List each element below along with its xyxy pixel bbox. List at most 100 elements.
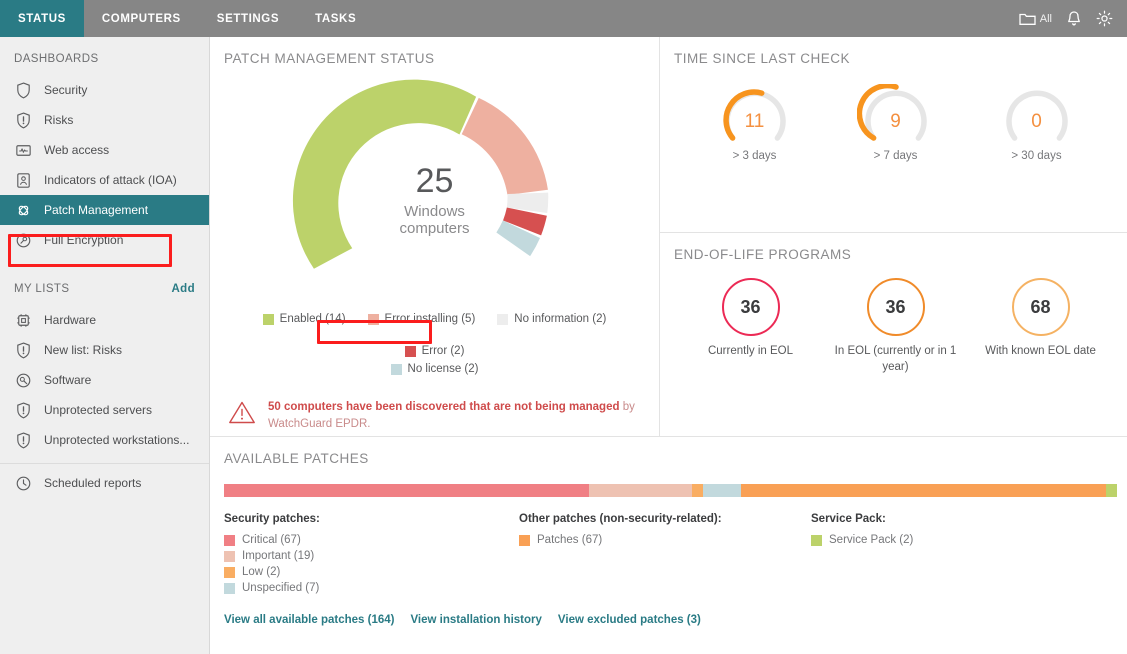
top-panels-row: PATCH MANAGEMENT STATUS 25 Windows compu… <box>210 37 1127 437</box>
bar-segment-critical[interactable] <box>224 484 589 497</box>
legend-label-error: Error (2) <box>421 345 465 357</box>
eol-one-year[interactable]: 36 In EOL (currently or in 1 year) <box>823 278 968 375</box>
legend-swatch-no-information <box>497 313 509 325</box>
legend-swatch-patches <box>519 534 530 546</box>
gauge-7-days-label: > 7 days <box>873 150 918 162</box>
legend-swatch-no-license <box>390 363 402 375</box>
legend-swatch-low <box>224 566 235 578</box>
legend-item-no-information[interactable]: No information (2) <box>494 311 609 327</box>
sidebar-item-label: Unprotected servers <box>44 403 153 417</box>
available-patches-legend-columns: Security patches: Critical (67) Importan… <box>210 497 1127 598</box>
alert-shield-icon <box>14 401 33 420</box>
sidebar-item-web-access[interactable]: Web access <box>0 135 209 165</box>
donut-center-value: 25 <box>415 162 454 200</box>
legend-item-no-license[interactable]: No license (2) <box>388 361 482 377</box>
column-security-patches: Security patches: Critical (67) Importan… <box>224 513 519 598</box>
gauge-7-days-holder: 9 <box>856 82 935 146</box>
settings-button[interactable] <box>1096 10 1113 27</box>
column-header-service-pack: Service Pack: <box>811 513 886 525</box>
unmanaged-computers-warning: 50 computers have been discovered that a… <box>210 377 659 434</box>
donut-center-label: 25 Windows computers <box>335 164 535 238</box>
sidebar-item-risks[interactable]: Risks <box>0 105 209 135</box>
bar-segment-service-pack[interactable] <box>1106 484 1117 497</box>
legend-item-important[interactable]: Important (19) <box>224 550 519 562</box>
eol-one-year-label: In EOL (currently or in 1 year) <box>834 345 957 373</box>
link-view-installation-history[interactable]: View installation history <box>410 614 541 626</box>
legend-swatch-important <box>224 550 235 562</box>
sidebar-item-hardware[interactable]: Hardware <box>0 305 209 335</box>
legend-item-critical[interactable]: Critical (67) <box>224 534 519 546</box>
add-list-button[interactable]: Add <box>171 283 195 295</box>
legend-item-service-pack[interactable]: Service Pack (2) <box>811 534 913 546</box>
sidebar-item-label: Software <box>44 373 92 387</box>
sidebar-divider <box>0 463 209 464</box>
folder-filter-button[interactable]: All <box>1019 12 1052 26</box>
legend-swatch-error <box>404 345 416 357</box>
legend-label-error-installing: Error installing (5) <box>384 313 476 325</box>
available-patches-links: View all available patches (164) View in… <box>210 598 1127 626</box>
sidebar-item-label: Hardware <box>44 313 97 327</box>
legend-item-error-installing[interactable]: Error installing (5) <box>365 311 479 327</box>
sidebar-item-unprotected-servers[interactable]: Unprotected servers <box>0 395 209 425</box>
legend-item-low[interactable]: Low (2) <box>224 566 519 578</box>
legend-label-low: Low (2) <box>242 566 281 578</box>
legend-item-enabled[interactable]: Enabled (14) <box>260 311 349 327</box>
sidebar-mylists-header: MY LISTS Add <box>0 267 209 305</box>
link-view-excluded-patches[interactable]: View excluded patches (3) <box>558 614 701 626</box>
gauge-3-days-holder: 11 <box>716 84 794 146</box>
notifications-button[interactable] <box>1066 10 1082 27</box>
gauge-3-days[interactable]: 11 > 3 days <box>690 84 820 162</box>
sidebar-item-security[interactable]: Security <box>0 75 209 105</box>
sidebar-item-full-encryption[interactable]: Full Encryption <box>0 225 209 255</box>
tab-settings[interactable]: SETTINGS <box>199 0 297 37</box>
legend-item-unspecified[interactable]: Unspecified (7) <box>224 582 519 594</box>
sidebar-item-scheduled-reports[interactable]: Scheduled reports <box>0 468 209 498</box>
bar-segment-important[interactable] <box>588 484 693 497</box>
link-view-all-patches[interactable]: View all available patches (164) <box>224 614 394 626</box>
eol-currently-in-eol[interactable]: 36 Currently in EOL <box>678 278 823 375</box>
tab-status[interactable]: STATUS <box>0 0 84 37</box>
sidebar-item-ioa[interactable]: Indicators of attack (IOA) <box>0 165 209 195</box>
eol-known-date-label: With known EOL date <box>985 345 1096 357</box>
bar-segment-unspecified[interactable] <box>703 484 742 497</box>
tab-computers[interactable]: COMPUTERS <box>84 0 199 37</box>
tab-computers-label: COMPUTERS <box>101 12 181 25</box>
sidebar-item-new-list-risks[interactable]: New list: Risks <box>0 335 209 365</box>
bar-segment-patches[interactable] <box>741 484 1107 497</box>
eol-known-date[interactable]: 68 With known EOL date <box>968 278 1113 375</box>
legend-label-important: Important (19) <box>242 550 315 562</box>
sidebar-item-software[interactable]: Software <box>0 365 209 395</box>
bell-icon <box>1066 10 1082 27</box>
eol-counters: 36 Currently in EOL 36 In EOL (currently… <box>660 262 1127 375</box>
patch-icon <box>14 201 33 220</box>
legend-swatch-error-installing <box>367 313 379 325</box>
sidebar-item-unprotected-workstations[interactable]: Unprotected workstations... <box>0 425 209 455</box>
legend-item-patches[interactable]: Patches (67) <box>519 534 811 546</box>
gauge-30-days-holder: 0 <box>998 84 1076 146</box>
legend-swatch-enabled <box>262 313 274 325</box>
sidebar-item-label: Patch Management <box>44 203 149 217</box>
sidebar-item-label: Risks <box>44 113 74 127</box>
clock-icon <box>14 474 33 493</box>
legend-label-patches: Patches (67) <box>537 534 603 546</box>
legend-row-1: Enabled (14) Error installing (5) No inf… <box>222 311 647 359</box>
encryption-icon <box>14 231 33 250</box>
bar-segment-low[interactable] <box>692 484 704 497</box>
time-since-check-gauges: 11 > 3 days 9 > 7 days 0 > 30 days <box>660 66 1127 162</box>
sidebar-item-label: Full Encryption <box>44 233 124 247</box>
main-content: PATCH MANAGEMENT STATUS 25 Windows compu… <box>210 37 1127 654</box>
gauge-7-days[interactable]: 9 > 7 days <box>831 82 961 162</box>
gauge-30-days-value: 0 <box>1031 111 1042 132</box>
legend-swatch-service-pack <box>811 534 822 546</box>
panel-time-since-last-check: TIME SINCE LAST CHECK 11 > 3 days 9 > 7 … <box>660 37 1127 233</box>
gauge-30-days[interactable]: 0 > 30 days <box>972 84 1102 162</box>
chip-icon <box>14 311 33 330</box>
tab-settings-label: SETTINGS <box>216 12 280 25</box>
gauge-3-days-label: > 3 days <box>732 150 777 162</box>
donut-center-line2: computers <box>399 220 470 238</box>
sidebar-dashboards-header: DASHBOARDS <box>0 37 209 75</box>
sidebar-item-patch-management[interactable]: Patch Management <box>0 195 209 225</box>
sidebar-item-label: Unprotected workstations... <box>44 433 190 447</box>
tab-tasks[interactable]: TASKS <box>297 0 374 37</box>
legend-item-error[interactable]: Error (2) <box>402 343 468 359</box>
